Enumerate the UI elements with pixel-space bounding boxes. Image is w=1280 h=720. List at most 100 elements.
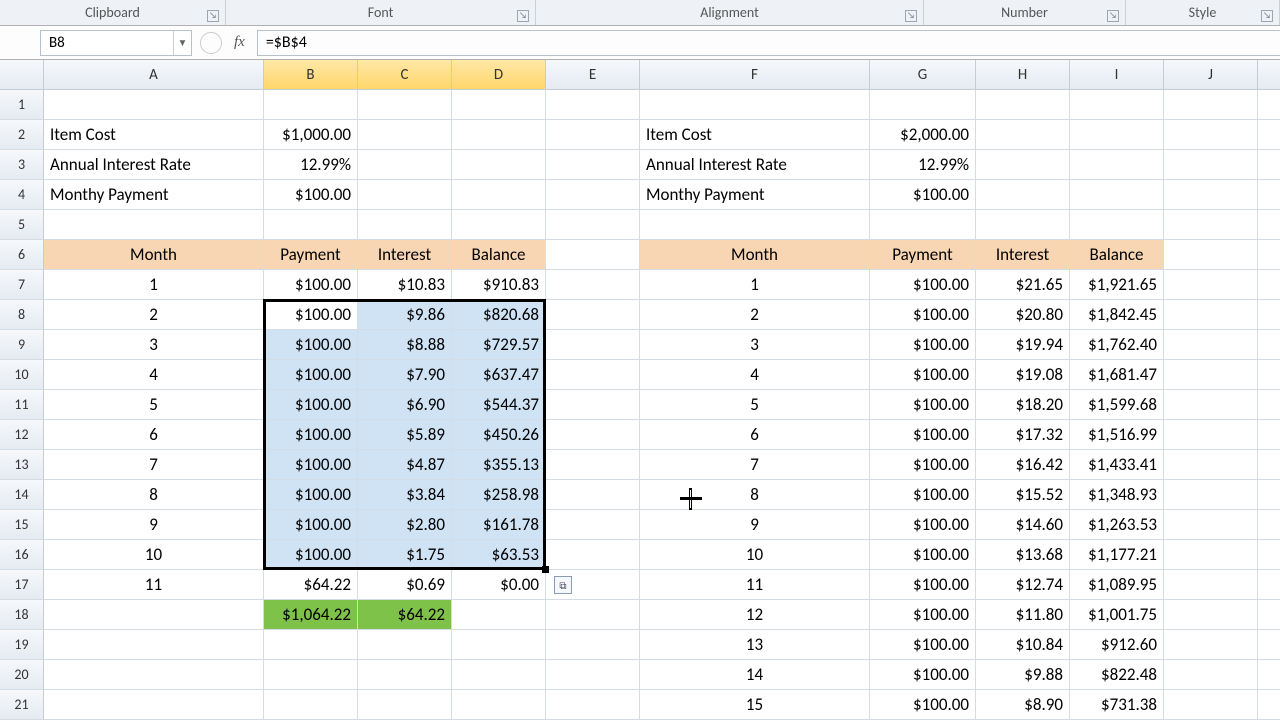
cell-E13[interactable] (546, 450, 640, 480)
cell-E11[interactable] (546, 390, 640, 420)
cell-B15[interactable]: $100.00 (264, 510, 358, 540)
cell-E14[interactable] (546, 480, 640, 510)
row-header-9[interactable]: 9 (0, 330, 44, 360)
dialog-launcher-icon[interactable]: ↘ (1261, 10, 1273, 22)
ribbon-group-clipboard[interactable]: Clipboard↘ (0, 0, 226, 25)
cell-H15[interactable]: $14.60 (976, 510, 1070, 540)
cell-K12[interactable] (1258, 420, 1280, 450)
cell-H5[interactable] (976, 210, 1070, 240)
cell-D13[interactable]: $355.13 (452, 450, 546, 480)
cell-D10[interactable]: $637.47 (452, 360, 546, 390)
cell-J12[interactable] (1164, 420, 1258, 450)
cell-A1[interactable] (44, 90, 264, 120)
row-header-2[interactable]: 2 (0, 120, 44, 150)
cell-G13[interactable]: $100.00 (870, 450, 976, 480)
cell-J21[interactable] (1164, 690, 1258, 720)
row-header-5[interactable]: 5 (0, 210, 44, 240)
cell-K9[interactable] (1258, 330, 1280, 360)
row-header-4[interactable]: 4 (0, 180, 44, 210)
cell-G4[interactable]: $100.00 (870, 180, 976, 210)
cell-H6[interactable]: Interest (976, 240, 1070, 270)
cell-D17[interactable]: $0.00 (452, 570, 546, 600)
cell-J13[interactable] (1164, 450, 1258, 480)
cell-I21[interactable]: $731.38 (1070, 690, 1164, 720)
cell-J17[interactable] (1164, 570, 1258, 600)
cell-D21[interactable] (452, 690, 546, 720)
cell-C5[interactable] (358, 210, 452, 240)
cell-H20[interactable]: $9.88 (976, 660, 1070, 690)
cell-H1[interactable] (976, 90, 1070, 120)
cell-I2[interactable] (1070, 120, 1164, 150)
cell-H13[interactable]: $16.42 (976, 450, 1070, 480)
row-header-21[interactable]: 21 (0, 690, 44, 720)
cell-E7[interactable] (546, 270, 640, 300)
cell-E15[interactable] (546, 510, 640, 540)
cell-K17[interactable] (1258, 570, 1280, 600)
cell-A20[interactable] (44, 660, 264, 690)
col-header-extra[interactable] (1258, 60, 1280, 90)
cell-G16[interactable]: $100.00 (870, 540, 976, 570)
cell-D15[interactable]: $161.78 (452, 510, 546, 540)
cell-E1[interactable] (546, 90, 640, 120)
cell-D2[interactable] (452, 120, 546, 150)
cell-I3[interactable] (1070, 150, 1164, 180)
cell-B1[interactable] (264, 90, 358, 120)
cell-F20[interactable]: 14 (640, 660, 870, 690)
cell-C6[interactable]: Interest (358, 240, 452, 270)
cell-I7[interactable]: $1,921.65 (1070, 270, 1164, 300)
cell-J4[interactable] (1164, 180, 1258, 210)
cell-K10[interactable] (1258, 360, 1280, 390)
col-header-G[interactable]: G (870, 60, 976, 90)
cell-B12[interactable]: $100.00 (264, 420, 358, 450)
cell-F17[interactable]: 11 (640, 570, 870, 600)
cell-C13[interactable]: $4.87 (358, 450, 452, 480)
cell-K6[interactable] (1258, 240, 1280, 270)
cell-I13[interactable]: $1,433.41 (1070, 450, 1164, 480)
cell-A17[interactable]: 11 (44, 570, 264, 600)
cell-H9[interactable]: $19.94 (976, 330, 1070, 360)
col-header-H[interactable]: H (976, 60, 1070, 90)
row-header-6[interactable]: 6 (0, 240, 44, 270)
cell-D19[interactable] (452, 630, 546, 660)
cell-E10[interactable] (546, 360, 640, 390)
cell-H11[interactable]: $18.20 (976, 390, 1070, 420)
cell-F11[interactable]: 5 (640, 390, 870, 420)
fill-handle[interactable] (542, 566, 549, 573)
cell-G18[interactable]: $100.00 (870, 600, 976, 630)
cell-B7[interactable]: $100.00 (264, 270, 358, 300)
cell-B3[interactable]: 12.99% (264, 150, 358, 180)
row-header-13[interactable]: 13 (0, 450, 44, 480)
cell-K21[interactable] (1258, 690, 1280, 720)
cell-G3[interactable]: 12.99% (870, 150, 976, 180)
cell-I18[interactable]: $1,001.75 (1070, 600, 1164, 630)
name-box[interactable]: B8 ▼ (40, 30, 192, 56)
col-header-A[interactable]: A (44, 60, 264, 90)
cell-H7[interactable]: $21.65 (976, 270, 1070, 300)
cell-C11[interactable]: $6.90 (358, 390, 452, 420)
cell-C15[interactable]: $2.80 (358, 510, 452, 540)
cell-E16[interactable] (546, 540, 640, 570)
cell-D20[interactable] (452, 660, 546, 690)
cell-K14[interactable] (1258, 480, 1280, 510)
cell-J9[interactable] (1164, 330, 1258, 360)
cell-F19[interactable]: 13 (640, 630, 870, 660)
cell-D14[interactable]: $258.98 (452, 480, 546, 510)
row-header-8[interactable]: 8 (0, 300, 44, 330)
cell-A7[interactable]: 1 (44, 270, 264, 300)
cell-A5[interactable] (44, 210, 264, 240)
cell-A2[interactable]: Item Cost (44, 120, 264, 150)
cell-J18[interactable] (1164, 600, 1258, 630)
cell-B17[interactable]: $64.22 (264, 570, 358, 600)
cell-G11[interactable]: $100.00 (870, 390, 976, 420)
formula-input[interactable]: =$B$4 (257, 30, 1280, 56)
ribbon-group-style[interactable]: Style↘ (1126, 0, 1280, 25)
col-header-E[interactable]: E (546, 60, 640, 90)
cell-K2[interactable] (1258, 120, 1280, 150)
cell-I6[interactable]: Balance (1070, 240, 1164, 270)
cell-C3[interactable] (358, 150, 452, 180)
cell-F16[interactable]: 10 (640, 540, 870, 570)
cell-A8[interactable]: 2 (44, 300, 264, 330)
cell-G20[interactable]: $100.00 (870, 660, 976, 690)
cell-B21[interactable] (264, 690, 358, 720)
cell-K11[interactable] (1258, 390, 1280, 420)
